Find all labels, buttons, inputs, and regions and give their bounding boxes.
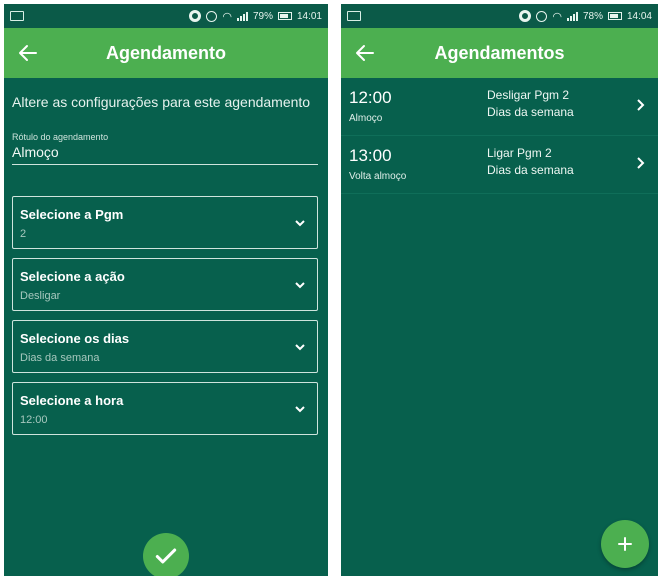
schedule-time: 12:00: [349, 88, 392, 107]
chevron-down-icon: [295, 282, 305, 289]
schedule-label-input[interactable]: Almoço: [12, 144, 318, 165]
schedule-list-item[interactable]: 12:00 Almoço Desligar Pgm 2 Dias da sema…: [341, 78, 658, 136]
check-icon: [155, 548, 177, 564]
select-title: Selecione a Pgm: [20, 207, 124, 222]
alarm-icon: [206, 10, 218, 22]
plus-icon: [618, 537, 632, 551]
schedule-label-caption: Rótulo do agendamento: [12, 132, 109, 142]
chevron-right-icon: [637, 157, 645, 169]
sync-icon: [519, 10, 532, 22]
app-bar: Agendamentos: [341, 28, 658, 78]
gallery-notification-icon: [347, 11, 361, 21]
status-bar: ◠ 78% 14:04: [341, 4, 658, 28]
sync-icon: [189, 10, 202, 22]
battery-percent: 79%: [252, 10, 273, 22]
select-title: Selecione a hora: [20, 393, 124, 408]
confirm-button[interactable]: [143, 533, 189, 576]
schedule-days: Dias da semana: [487, 105, 574, 119]
signal-icon: [566, 11, 578, 21]
days-select[interactable]: Selecione os dias Dias da semana: [12, 320, 318, 373]
schedule-action: Ligar Pgm 2: [487, 146, 552, 160]
clock: 14:04: [626, 10, 652, 22]
edit-schedule-screen: ◠ 79% 14:01 Agendamento Altere as config…: [4, 4, 328, 576]
select-title: Selecione a ação: [20, 269, 125, 284]
pgm-select[interactable]: Selecione a Pgm 2: [12, 196, 318, 249]
select-value: Dias da semana: [20, 352, 100, 364]
page-title: Agendamentos: [434, 42, 565, 63]
back-arrow-icon[interactable]: [16, 41, 40, 65]
status-bar: ◠ 79% 14:01: [4, 4, 328, 28]
time-select[interactable]: Selecione a hora 12:00: [12, 382, 318, 435]
select-value: 12:00: [20, 414, 48, 426]
clock: 14:01: [296, 10, 322, 22]
battery-icon: [277, 12, 292, 20]
schedule-label: Almoço: [349, 113, 383, 124]
signal-icon: [236, 11, 248, 21]
select-value: Desligar: [20, 290, 61, 302]
app-bar: Agendamento: [4, 28, 328, 78]
schedule-list-item[interactable]: 13:00 Volta almoço Ligar Pgm 2 Dias da s…: [341, 136, 658, 194]
wifi-icon: ◠: [552, 10, 562, 23]
schedule-days: Dias da semana: [487, 163, 574, 177]
schedule-label: Volta almoço: [349, 171, 407, 182]
battery-icon: [607, 12, 622, 20]
back-arrow-icon[interactable]: [353, 41, 377, 65]
action-select[interactable]: Selecione a ação Desligar: [12, 258, 318, 311]
chevron-down-icon: [295, 406, 305, 413]
schedule-action: Desligar Pgm 2: [487, 88, 570, 102]
battery-percent: 78%: [582, 10, 603, 22]
chevron-right-icon: [637, 99, 645, 111]
chevron-down-icon: [295, 220, 305, 227]
alarm-icon: [536, 10, 548, 22]
select-value: 2: [20, 228, 27, 240]
chevron-down-icon: [295, 344, 305, 351]
intro-text: Altere as configurações para este agenda…: [12, 94, 311, 110]
schedule-time: 13:00: [349, 146, 392, 165]
add-schedule-button[interactable]: [601, 520, 649, 568]
gallery-notification-icon: [10, 11, 24, 21]
wifi-icon: ◠: [222, 10, 232, 23]
select-title: Selecione os dias: [20, 331, 130, 346]
schedules-list-screen: ◠ 78% 14:04 Agendamentos 12:00 Almoço De…: [341, 4, 658, 576]
page-title: Agendamento: [105, 42, 226, 63]
